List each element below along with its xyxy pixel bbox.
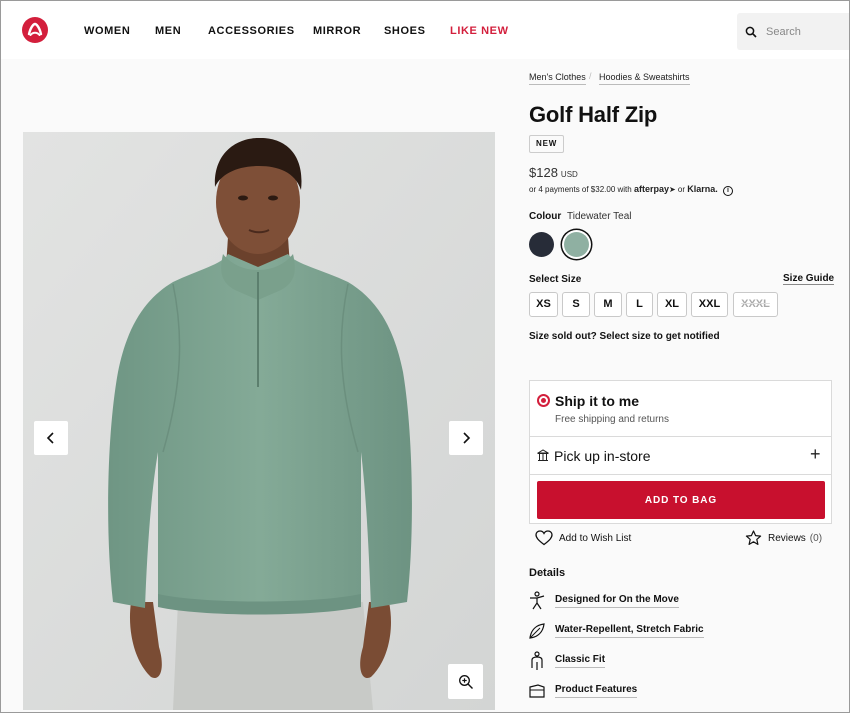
breadcrumb-mens-clothes[interactable]: Men's Clothes	[529, 72, 586, 85]
detail-product-features[interactable]: Product Features	[527, 681, 638, 701]
star-icon	[745, 530, 762, 545]
afterpay-arrow-icon: ➤	[668, 185, 676, 194]
product-title: Golf Half Zip	[529, 102, 658, 127]
body-fit-icon	[527, 651, 547, 671]
detail-label: Designed for On the Move	[555, 594, 679, 608]
pickup-option[interactable]: Pick up in-store +	[530, 437, 831, 475]
size-xl-button[interactable]: XL	[657, 292, 687, 317]
swatch-tidewater-teal[interactable]	[564, 232, 589, 257]
breadcrumb-separator: /	[589, 71, 592, 81]
info-icon[interactable]: i	[723, 186, 734, 196]
nav-mirror[interactable]: MIRROR	[313, 25, 361, 37]
pickup-title: Pick up in-store	[554, 448, 651, 464]
chevron-right-icon	[463, 432, 471, 444]
detail-classic-fit[interactable]: Classic Fit	[527, 651, 606, 671]
delivery-options: Ship it to me Free shipping and returns …	[529, 380, 832, 524]
chevron-left-icon	[46, 432, 54, 444]
nav-shoes[interactable]: SHOES	[384, 25, 426, 37]
size-m-button[interactable]: M	[594, 292, 622, 317]
ship-radio[interactable]	[537, 394, 550, 407]
price-currency: USD	[560, 170, 578, 179]
page: WOMEN MEN ACCESSORIES MIRROR SHOES LIKE …	[0, 0, 850, 713]
installments-text: or 4 payments of $32.00 with	[529, 185, 632, 194]
price-amount: $128	[529, 165, 558, 180]
ship-title: Ship it to me	[555, 393, 639, 409]
detail-label: Product Features	[555, 684, 638, 698]
nav-men[interactable]: MEN	[155, 25, 181, 37]
product-image	[23, 132, 495, 710]
add-to-bag-button[interactable]: ADD TO BAG	[537, 481, 825, 519]
ship-option[interactable]: Ship it to me Free shipping and returns	[530, 381, 831, 437]
swatch-navy[interactable]	[529, 232, 554, 257]
details-heading: Details	[529, 567, 566, 579]
search-input[interactable]	[766, 23, 844, 41]
expand-plus-icon[interactable]: +	[810, 445, 821, 463]
nav-like-new[interactable]: LIKE NEW	[450, 25, 509, 37]
zoom-button[interactable]	[448, 664, 483, 699]
wishlist-label: Add to Wish List	[559, 532, 632, 544]
detail-water-repellent[interactable]: Water-Repellent, Stretch Fabric	[527, 621, 704, 641]
nav-accessories[interactable]: ACCESSORIES	[208, 25, 295, 37]
search-box[interactable]	[737, 13, 849, 50]
sold-out-note: Size sold out? Select size to get notifi…	[529, 331, 720, 342]
next-image-button[interactable]	[449, 421, 483, 455]
select-size-label: Select Size	[529, 274, 582, 285]
prev-image-button[interactable]	[34, 421, 68, 455]
new-badge: NEW	[529, 135, 565, 153]
fabric-leaf-icon	[527, 621, 547, 641]
reviews-label: Reviews	[768, 532, 806, 544]
installments-or: or	[677, 185, 686, 194]
reviews-count: (0)	[809, 532, 823, 544]
reviews-link[interactable]: Reviews (0)	[745, 530, 822, 546]
size-guide-link[interactable]: Size Guide	[783, 273, 835, 285]
site-header: WOMEN MEN ACCESSORIES MIRROR SHOES LIKE …	[1, 1, 849, 59]
store-icon	[536, 449, 550, 467]
size-xxxl-button[interactable]: XXXL	[733, 292, 778, 317]
afterpay-logo: afterpay	[633, 184, 669, 194]
model-photo	[23, 132, 495, 710]
klarna-logo: Klarna.	[687, 184, 718, 194]
size-xs-button[interactable]: XS	[529, 292, 558, 317]
colour-label: Colour	[529, 211, 562, 222]
lululemon-logo[interactable]	[22, 17, 48, 43]
add-to-wishlist[interactable]: Add to Wish List	[535, 530, 631, 546]
running-figure-icon	[527, 591, 547, 611]
breadcrumb-hoodies[interactable]: Hoodies & Sweatshirts	[599, 72, 690, 85]
size-l-button[interactable]: L	[626, 292, 653, 317]
detail-label: Water-Repellent, Stretch Fabric	[555, 624, 704, 638]
search-icon	[745, 25, 757, 43]
nav-women[interactable]: WOMEN	[84, 25, 130, 37]
zoom-in-icon	[458, 674, 473, 689]
size-s-button[interactable]: S	[562, 292, 590, 317]
size-xxl-button[interactable]: XXL	[691, 292, 728, 317]
installments-info: or 4 payments of $32.00 with afterpay➤ o…	[529, 184, 734, 196]
ship-subtitle: Free shipping and returns	[555, 414, 669, 425]
detail-on-the-move[interactable]: Designed for On the Move	[527, 591, 679, 611]
product-price: $128 USD	[529, 165, 578, 180]
heart-icon	[535, 530, 553, 546]
colour-name: Tidewater Teal	[567, 211, 632, 222]
detail-label: Classic Fit	[555, 654, 606, 668]
tag-features-icon	[527, 681, 547, 701]
